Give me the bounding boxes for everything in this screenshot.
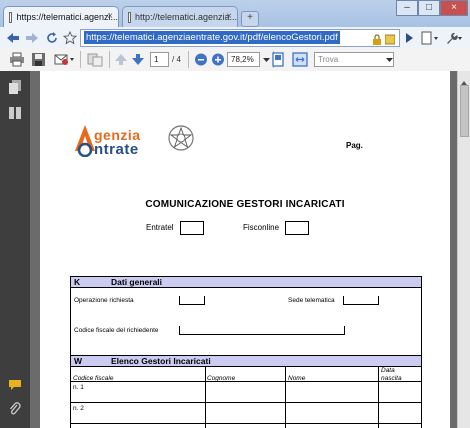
- toolbar-divider: [109, 51, 110, 68]
- certificate-icon[interactable]: [384, 32, 396, 45]
- close-tab-icon[interactable]: ×: [226, 11, 232, 22]
- find-input[interactable]: Trova: [314, 52, 394, 67]
- tab-title: https://telematici.agenzi...: [16, 12, 118, 22]
- gestori-table: [70, 366, 422, 428]
- fisconline-label: Fisconline: [243, 223, 280, 232]
- minimize-button[interactable]: –: [396, 0, 418, 16]
- maximize-button[interactable]: □: [418, 0, 440, 16]
- section-k-title: Dati generali: [111, 277, 163, 287]
- page-label: Pag.: [346, 141, 363, 150]
- table-divider: [378, 366, 379, 428]
- attachments-panel-icon[interactable]: [8, 402, 22, 416]
- scroll-thumb[interactable]: [460, 85, 469, 137]
- codice-fiscale-richiedente-field[interactable]: [179, 326, 345, 335]
- comments-panel-icon[interactable]: [8, 378, 22, 390]
- logo-text-entrate: ntrate: [94, 141, 139, 158]
- section-k-code: K: [74, 277, 81, 287]
- lock-icon[interactable]: [372, 32, 382, 45]
- close-window-button[interactable]: ×: [440, 0, 468, 16]
- table-row-label: n. 2: [73, 405, 84, 412]
- tab-inactive[interactable]: http://telematici.agenzia... ×: [122, 6, 238, 27]
- annotate-icon[interactable]: [86, 52, 104, 67]
- scroll-up-icon[interactable]: [460, 74, 468, 85]
- fit-page-icon[interactable]: [270, 52, 286, 67]
- toolbar-divider: [188, 51, 189, 68]
- entratel-label: Entratel: [146, 223, 174, 232]
- page-icon: [9, 11, 13, 23]
- table-divider: [285, 366, 286, 428]
- share-mail-icon[interactable]: [54, 52, 76, 67]
- entratel-box[interactable]: [180, 221, 204, 235]
- zoom-in-icon[interactable]: [211, 52, 225, 67]
- sede-telematica-label: Sede telematica: [288, 297, 335, 304]
- agenzia-entrate-logo-mark: [74, 123, 96, 158]
- codice-fiscale-richiedente-label: Codice fiscale del richiedente: [74, 327, 159, 334]
- section-w-title: Elenco Gestori Incaricati: [111, 356, 211, 366]
- find-dropdown-icon[interactable]: [385, 52, 394, 67]
- pdf-side-panel: [0, 71, 30, 428]
- zoom-out-icon[interactable]: [194, 52, 208, 67]
- tab-title: http://telematici.agenzia...: [134, 12, 237, 22]
- wrench-menu-icon[interactable]: [444, 31, 464, 45]
- column-header-data-nascita: Data nascita: [381, 367, 402, 382]
- table-divider: [70, 402, 422, 403]
- column-header-nome: Nome: [288, 375, 306, 382]
- fisconline-box[interactable]: [285, 221, 309, 235]
- pages-panel-icon[interactable]: [8, 80, 22, 94]
- section-w-code: W: [74, 356, 83, 366]
- print-icon[interactable]: [9, 52, 25, 67]
- fit-width-icon[interactable]: [292, 52, 308, 67]
- toolbar-divider: [80, 51, 81, 68]
- vertical-scrollbar[interactable]: [457, 71, 470, 428]
- page-total: / 4: [172, 55, 181, 64]
- url-text[interactable]: https://telematici.agenziaentrate.gov.it…: [84, 31, 340, 44]
- tab-active[interactable]: https://telematici.agenzi... ×: [3, 6, 119, 27]
- table-divider: [70, 423, 422, 424]
- back-icon[interactable]: [5, 31, 21, 45]
- document-title: COMUNICAZIONE GESTORI INCARICATI: [145, 199, 345, 210]
- new-tab-button[interactable]: +: [241, 11, 259, 27]
- sede-telematica-field[interactable]: [343, 296, 379, 305]
- operazione-field[interactable]: [179, 296, 205, 305]
- previous-page-icon[interactable]: [114, 52, 128, 67]
- table-row-label: n. 1: [73, 384, 84, 391]
- page-icon: [128, 11, 131, 23]
- zoom-level-field[interactable]: 78,2%: [227, 52, 260, 67]
- pdf-page: genzia ntrate Pag. COMUNICAZIONE GESTORI…: [40, 71, 450, 428]
- reload-icon[interactable]: [44, 31, 60, 45]
- save-icon[interactable]: [31, 52, 47, 67]
- bookmark-star-icon[interactable]: [62, 30, 78, 45]
- operazione-label: Operazione richiesta: [74, 297, 134, 304]
- close-tab-icon[interactable]: ×: [107, 11, 113, 22]
- table-divider: [70, 381, 422, 382]
- column-header-codice-fiscale: Codice fiscale: [73, 375, 114, 382]
- bookmarks-panel-icon[interactable]: [8, 106, 22, 120]
- go-icon[interactable]: [401, 31, 417, 45]
- page-number-field[interactable]: 1: [150, 52, 169, 67]
- state-emblem-icon: [168, 123, 194, 153]
- next-page-icon[interactable]: [131, 52, 145, 67]
- page-menu-icon[interactable]: [420, 31, 440, 45]
- table-divider: [205, 366, 206, 428]
- forward-icon[interactable]: [24, 31, 40, 45]
- column-header-cognome: Cognome: [207, 375, 236, 382]
